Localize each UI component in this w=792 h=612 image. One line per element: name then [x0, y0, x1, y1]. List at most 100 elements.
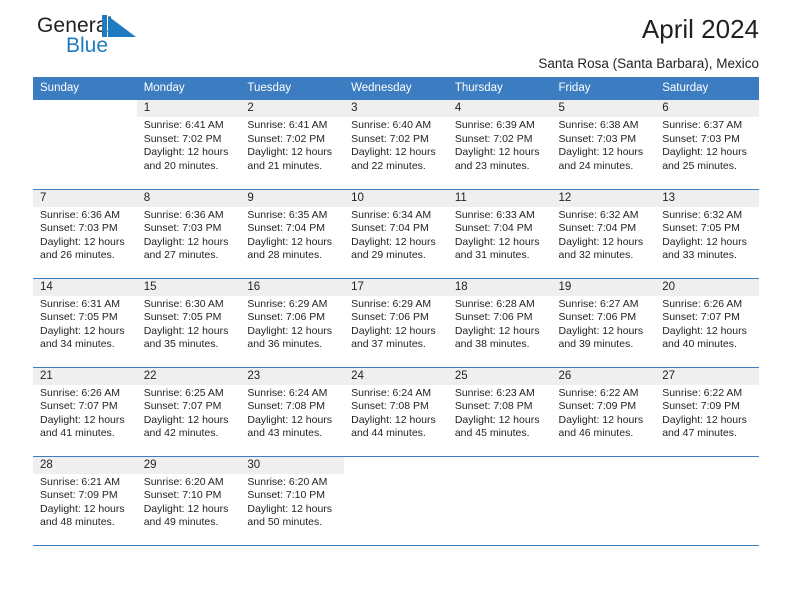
- day-number: 15: [136, 278, 241, 296]
- day-number: 26: [551, 367, 656, 385]
- daylight-text-line1: Daylight: 12 hours: [454, 235, 540, 248]
- sunrise-text: Sunrise: 6:25 AM: [143, 386, 224, 399]
- calendar-day-cell[interactable]: 12 Sunrise: 6:32 AM Sunset: 7:04 PM Dayligh…: [551, 188, 656, 278]
- daylight-text-line2: and 43 minutes.: [247, 427, 323, 440]
- daylight-text-line1: Daylight: 12 hours: [662, 324, 747, 337]
- calendar-day-cell[interactable]: 22 Sunrise: 6:25 AM Sunset: 7:07 PM Dayligh…: [136, 366, 241, 456]
- day-details: [655, 474, 759, 476]
- sunrise-text: Sunrise: 6:28 AM: [454, 297, 535, 310]
- calendar-day-cell[interactable]: 18 Sunrise: 6:28 AM Sunset: 7:06 PM Dayligh…: [447, 277, 552, 367]
- calendar-day-cell[interactable]: 23 Sunrise: 6:24 AM Sunset: 7:08 PM Dayligh…: [240, 366, 345, 456]
- day-details: Sunrise: 6:26 AM Sunset: 7:07 PM Daylight:…: [655, 296, 759, 352]
- sunset-text: Sunset: 7:09 PM: [662, 400, 740, 413]
- day-details: Sunrise: 6:32 AM Sunset: 7:05 PM Daylight:…: [655, 207, 759, 263]
- sunrise-text: Sunrise: 6:31 AM: [40, 297, 120, 310]
- daylight-text-line2: and 49 minutes.: [143, 516, 219, 529]
- calendar-day-cell[interactable]: 26 Sunrise: 6:22 AM Sunset: 7:09 PM Dayligh…: [551, 366, 656, 456]
- sunset-text: Sunset: 7:07 PM: [143, 400, 222, 413]
- day-details: Sunrise: 6:29 AM Sunset: 7:06 PM Daylight:…: [240, 296, 344, 352]
- calendar-day-cell[interactable]: 24 Sunrise: 6:24 AM Sunset: 7:08 PM Dayligh…: [344, 366, 448, 456]
- calendar-day-cell[interactable]: 21 Sunrise: 6:26 AM Sunset: 7:07 PM Dayligh…: [33, 366, 137, 456]
- page-title: April 2024: [641, 14, 759, 44]
- calendar-day-cell[interactable]: 17 Sunrise: 6:29 AM Sunset: 7:06 PM Dayligh…: [344, 277, 448, 367]
- calendar-day-cell[interactable]: 5 Sunrise: 6:38 AM Sunset: 7:03 PM Daylight…: [551, 100, 656, 189]
- sunset-text: Sunset: 7:05 PM: [662, 222, 740, 235]
- day-details: Sunrise: 6:40 AM Sunset: 7:02 PM Daylight:…: [344, 117, 448, 173]
- daylight-text-line1: Daylight: 12 hours: [143, 502, 229, 515]
- day-number: 30: [240, 456, 345, 474]
- calendar-week-row: 1 Sunrise: 6:41 AM Sunset: 7:02 PM Daylight…: [33, 100, 759, 189]
- sunset-text: Sunset: 7:03 PM: [40, 222, 118, 235]
- weekday-header-tuesday: Tuesday: [240, 77, 345, 100]
- calendar-day-cell[interactable]: 19 Sunrise: 6:27 AM Sunset: 7:06 PM Dayligh…: [551, 277, 656, 367]
- calendar-day-cell[interactable]: 7 Sunrise: 6:36 AM Sunset: 7:03 PM Daylight…: [33, 188, 137, 278]
- daylight-text-line2: and 28 minutes.: [247, 249, 323, 262]
- calendar-day-cell[interactable]: 9 Sunrise: 6:35 AM Sunset: 7:04 PM Daylight…: [240, 188, 345, 278]
- day-number: 3: [344, 100, 448, 117]
- calendar-day-cell[interactable]: 15 Sunrise: 6:30 AM Sunset: 7:05 PM Dayligh…: [136, 277, 241, 367]
- calendar-day-cell[interactable]: 27 Sunrise: 6:22 AM Sunset: 7:09 PM Dayligh…: [655, 366, 759, 456]
- day-details: Sunrise: 6:31 AM Sunset: 7:05 PM Daylight:…: [33, 296, 137, 352]
- calendar-day-cell[interactable]: 20 Sunrise: 6:26 AM Sunset: 7:07 PM Dayligh…: [655, 277, 759, 367]
- day-details: Sunrise: 6:32 AM Sunset: 7:04 PM Daylight:…: [552, 207, 656, 263]
- sunset-text: Sunset: 7:02 PM: [351, 132, 429, 145]
- calendar-cell-empty: [33, 100, 137, 189]
- day-details: Sunrise: 6:23 AM Sunset: 7:08 PM Daylight:…: [448, 385, 552, 441]
- general-blue-logo[interactable]: General Blue: [37, 14, 157, 64]
- daylight-text-line2: and 50 minutes.: [247, 516, 323, 529]
- day-details: Sunrise: 6:22 AM Sunset: 7:09 PM Daylight:…: [552, 385, 656, 441]
- day-details: Sunrise: 6:29 AM Sunset: 7:06 PM Daylight:…: [344, 296, 448, 352]
- daylight-text-line1: Daylight: 12 hours: [247, 235, 333, 248]
- calendar-day-cell[interactable]: 14 Sunrise: 6:31 AM Sunset: 7:05 PM Dayligh…: [33, 277, 137, 367]
- calendar-day-cell[interactable]: 11 Sunrise: 6:33 AM Sunset: 7:04 PM Dayligh…: [447, 188, 552, 278]
- daylight-text-line2: and 22 minutes.: [351, 159, 426, 172]
- sunset-text: Sunset: 7:03 PM: [662, 132, 740, 145]
- calendar-day-cell[interactable]: 25 Sunrise: 6:23 AM Sunset: 7:08 PM Dayligh…: [447, 366, 552, 456]
- sunrise-text: Sunrise: 6:41 AM: [143, 119, 224, 131]
- calendar-day-cell[interactable]: 30 Sunrise: 6:20 AM Sunset: 7:10 PM Dayligh…: [240, 455, 345, 545]
- day-number: 9: [240, 189, 345, 207]
- sunrise-text: Sunrise: 6:20 AM: [247, 475, 328, 488]
- day-number: 11: [447, 189, 552, 207]
- day-number: 22: [136, 367, 241, 385]
- calendar-day-cell[interactable]: 29 Sunrise: 6:20 AM Sunset: 7:10 PM Dayligh…: [136, 455, 241, 545]
- daylight-text-line2: and 44 minutes.: [351, 427, 426, 440]
- sunset-text: Sunset: 7:04 PM: [558, 222, 637, 235]
- calendar-day-cell[interactable]: 16 Sunrise: 6:29 AM Sunset: 7:06 PM Dayligh…: [240, 277, 345, 367]
- daylight-text-line2: and 41 minutes.: [40, 427, 115, 440]
- calendar-day-cell[interactable]: 8 Sunrise: 6:36 AM Sunset: 7:03 PM Daylight…: [136, 188, 241, 278]
- day-number: 24: [344, 367, 448, 385]
- calendar-day-cell[interactable]: 3 Sunrise: 6:40 AM Sunset: 7:02 PM Daylight…: [344, 100, 448, 189]
- calendar-day-cell[interactable]: 2 Sunrise: 6:41 AM Sunset: 7:02 PM Daylight…: [240, 100, 345, 189]
- day-details: Sunrise: 6:20 AM Sunset: 7:10 PM Daylight:…: [240, 474, 344, 530]
- calendar-day-cell[interactable]: 13 Sunrise: 6:32 AM Sunset: 7:05 PM Dayligh…: [655, 188, 759, 278]
- day-number: 29: [136, 456, 241, 474]
- sunrise-text: Sunrise: 6:33 AM: [454, 208, 535, 221]
- sunset-text: Sunset: 7:08 PM: [454, 400, 533, 413]
- calendar-day-cell[interactable]: 10 Sunrise: 6:34 AM Sunset: 7:04 PM Dayligh…: [344, 188, 448, 278]
- day-details: Sunrise: 6:37 AM Sunset: 7:03 PM Daylight:…: [655, 117, 759, 173]
- daylight-text-line1: Daylight: 12 hours: [662, 146, 747, 159]
- sunrise-sunset-calendar: Sunday Monday Tuesday Wednesday Thursday Frid…: [33, 77, 759, 545]
- calendar-day-cell[interactable]: 1 Sunrise: 6:41 AM Sunset: 7:02 PM Daylight…: [136, 100, 241, 189]
- sunset-text: Sunset: 7:03 PM: [143, 222, 222, 235]
- sunset-text: Sunset: 7:10 PM: [247, 489, 326, 502]
- day-details: Sunrise: 6:36 AM Sunset: 7:03 PM Daylight:…: [33, 207, 137, 263]
- daylight-text-line1: Daylight: 12 hours: [351, 413, 436, 426]
- daylight-text-line2: and 48 minutes.: [40, 516, 115, 529]
- daylight-text-line1: Daylight: 12 hours: [40, 324, 125, 337]
- day-number: 27: [655, 367, 759, 385]
- daylight-text-line2: and 42 minutes.: [143, 427, 219, 440]
- calendar-week-row: 14 Sunrise: 6:31 AM Sunset: 7:05 PM Dayligh…: [33, 277, 759, 367]
- calendar-day-cell[interactable]: 28 Sunrise: 6:21 AM Sunset: 7:09 PM Dayligh…: [33, 455, 137, 545]
- day-details: Sunrise: 6:36 AM Sunset: 7:03 PM Daylight:…: [137, 207, 241, 263]
- calendar-day-cell[interactable]: 6 Sunrise: 6:37 AM Sunset: 7:03 PM Daylight…: [655, 100, 759, 189]
- sunset-text: Sunset: 7:04 PM: [454, 222, 533, 235]
- calendar-day-cell[interactable]: 4 Sunrise: 6:39 AM Sunset: 7:02 PM Daylight…: [447, 100, 552, 189]
- sunset-text: Sunset: 7:07 PM: [662, 311, 740, 324]
- daylight-text-line2: and 36 minutes.: [247, 338, 323, 351]
- calendar-bottom-rule: [33, 545, 759, 546]
- page-header: General Blue April 2024 Santa Rosa (Sant…: [33, 0, 759, 77]
- daylight-text-line2: and 20 minutes.: [143, 159, 219, 172]
- sunrise-text: Sunrise: 6:38 AM: [558, 119, 639, 131]
